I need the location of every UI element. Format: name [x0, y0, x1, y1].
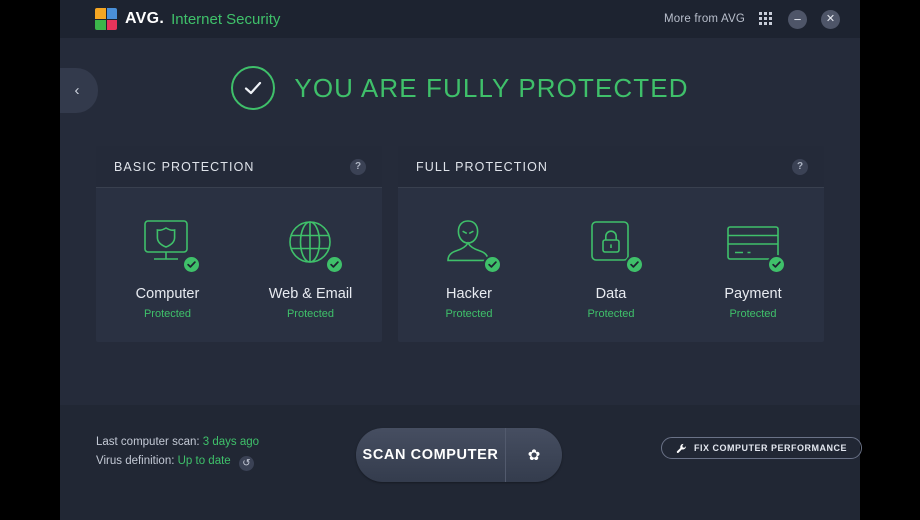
panel-title: FULL PROTECTION: [416, 160, 548, 174]
virus-definition-row: Virus definition: Up to date ↺: [96, 452, 259, 471]
hacker-person-icon: [440, 214, 498, 272]
product-name: Internet Security: [171, 11, 280, 28]
tile-label: Payment: [724, 286, 781, 302]
tile-payment[interactable]: Payment Protected: [682, 214, 824, 320]
status-headline: YOU ARE FULLY PROTECTED: [294, 73, 688, 104]
lock-document-icon: [582, 214, 640, 272]
last-scan-value: 3 days ago: [203, 436, 259, 448]
fix-computer-performance-button[interactable]: FIX COMPUTER PERFORMANCE: [661, 437, 862, 459]
status-check-badge: [182, 255, 201, 274]
help-icon[interactable]: ?: [792, 159, 808, 175]
panel-header: BASIC PROTECTION ?: [96, 146, 382, 188]
app-grid-icon[interactable]: [759, 12, 774, 27]
tile-label: Hacker: [446, 286, 492, 302]
wrench-icon: [676, 443, 687, 454]
panel-full-protection: FULL PROTECTION ?: [398, 146, 824, 342]
minimize-button[interactable]: −: [788, 10, 807, 29]
credit-card-icon: [724, 214, 782, 272]
protection-status-header: YOU ARE FULLY PROTECTED: [60, 66, 860, 110]
status-check-badge: [483, 255, 502, 274]
status-check-badge: [625, 255, 644, 274]
protection-panels: BASIC PROTECTION ?: [96, 146, 824, 342]
globe-icon: [282, 214, 340, 272]
tile-label: Web & Email: [269, 286, 353, 302]
scan-computer-button[interactable]: SCAN COMPUTER: [356, 428, 506, 482]
tile-status: Protected: [144, 308, 191, 320]
panel-basic-protection: BASIC PROTECTION ?: [96, 146, 382, 342]
title-bar: AVG Internet Security More from AVG − ✕: [60, 0, 860, 38]
panel-title: BASIC PROTECTION: [114, 160, 255, 174]
tile-computer[interactable]: Computer Protected: [96, 214, 239, 320]
panel-body: Hacker Protected: [398, 188, 824, 342]
brand-logo-group: AVG Internet Security: [95, 8, 280, 30]
panel-body: Computer Protected: [96, 188, 382, 342]
avg-application-window: AVG Internet Security More from AVG − ✕ …: [60, 0, 860, 520]
brand-name: AVG: [125, 10, 164, 28]
last-scan-row: Last computer scan: 3 days ago: [96, 433, 259, 452]
scan-computer-button-group: SCAN COMPUTER ✿: [356, 428, 562, 482]
avg-logo-icon: [95, 8, 117, 30]
tile-label: Computer: [136, 286, 200, 302]
close-button[interactable]: ✕: [821, 10, 840, 29]
tile-label: Data: [596, 286, 627, 302]
tile-status: Protected: [587, 308, 634, 320]
check-circle-icon: [231, 66, 275, 110]
help-icon[interactable]: ?: [350, 159, 366, 175]
fix-button-label: FIX COMPUTER PERFORMANCE: [694, 443, 847, 453]
tile-status: Protected: [445, 308, 492, 320]
last-scan-label: Last computer scan:: [96, 436, 200, 448]
tile-status: Protected: [287, 308, 334, 320]
tile-web-email[interactable]: Web & Email Protected: [239, 214, 382, 320]
virus-definition-value: Up to date: [178, 455, 231, 467]
window-controls-group: More from AVG − ✕: [664, 10, 840, 29]
tile-hacker[interactable]: Hacker Protected: [398, 214, 540, 320]
panel-header: FULL PROTECTION ?: [398, 146, 824, 188]
refresh-icon[interactable]: ↺: [239, 456, 254, 471]
status-check-badge: [325, 255, 344, 274]
tile-status: Protected: [729, 308, 776, 320]
more-from-avg-link[interactable]: More from AVG: [664, 13, 745, 25]
scan-info-group: Last computer scan: 3 days ago Virus def…: [96, 433, 259, 471]
computer-shield-icon: [139, 214, 197, 272]
status-check-badge: [767, 255, 786, 274]
virus-definition-label: Virus definition:: [96, 455, 174, 467]
tile-data[interactable]: Data Protected: [540, 214, 682, 320]
gear-icon[interactable]: ✿: [506, 428, 562, 482]
footer-bar: Last computer scan: 3 days ago Virus def…: [60, 405, 860, 520]
